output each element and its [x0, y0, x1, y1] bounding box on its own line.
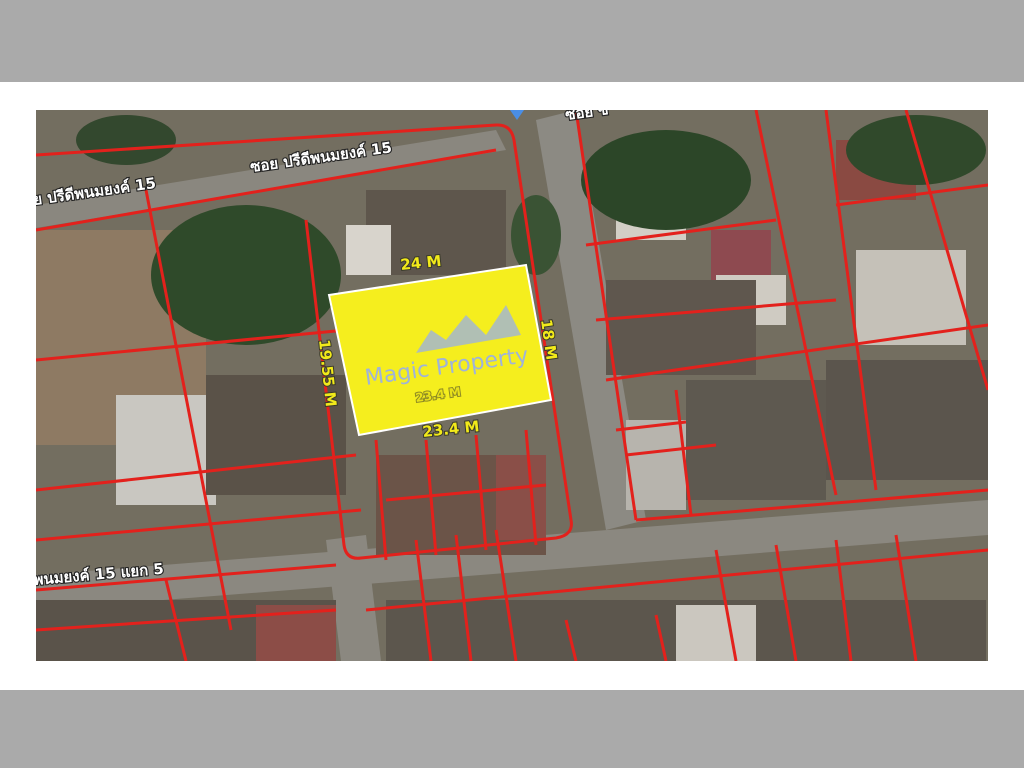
tree-cluster-3: [846, 115, 986, 185]
tree-cluster-2: [581, 130, 751, 230]
top-gray-band: [0, 0, 1024, 82]
bottom-gray-band: [0, 690, 1024, 768]
building-dark-4: [686, 380, 826, 500]
map-canvas: ย ปรีดีพนมยงค์ 15 ซอย ปรีดีพนมยงค์ 15 ซอ…: [36, 110, 988, 661]
tree-cluster-4: [76, 115, 176, 165]
building-white: [116, 395, 216, 505]
building-light: [346, 225, 391, 275]
tree-single: [511, 195, 561, 275]
building-small-white: [626, 420, 686, 510]
building-red-roof: [496, 455, 546, 540]
building-pink: [711, 230, 771, 280]
building-white-bottom: [676, 605, 756, 661]
satellite-map[interactable]: ย ปรีดีพนมยงค์ 15 ซอย ปรีดีพนมยงค์ 15 ซอ…: [36, 110, 988, 661]
building-dark-3: [826, 360, 988, 480]
